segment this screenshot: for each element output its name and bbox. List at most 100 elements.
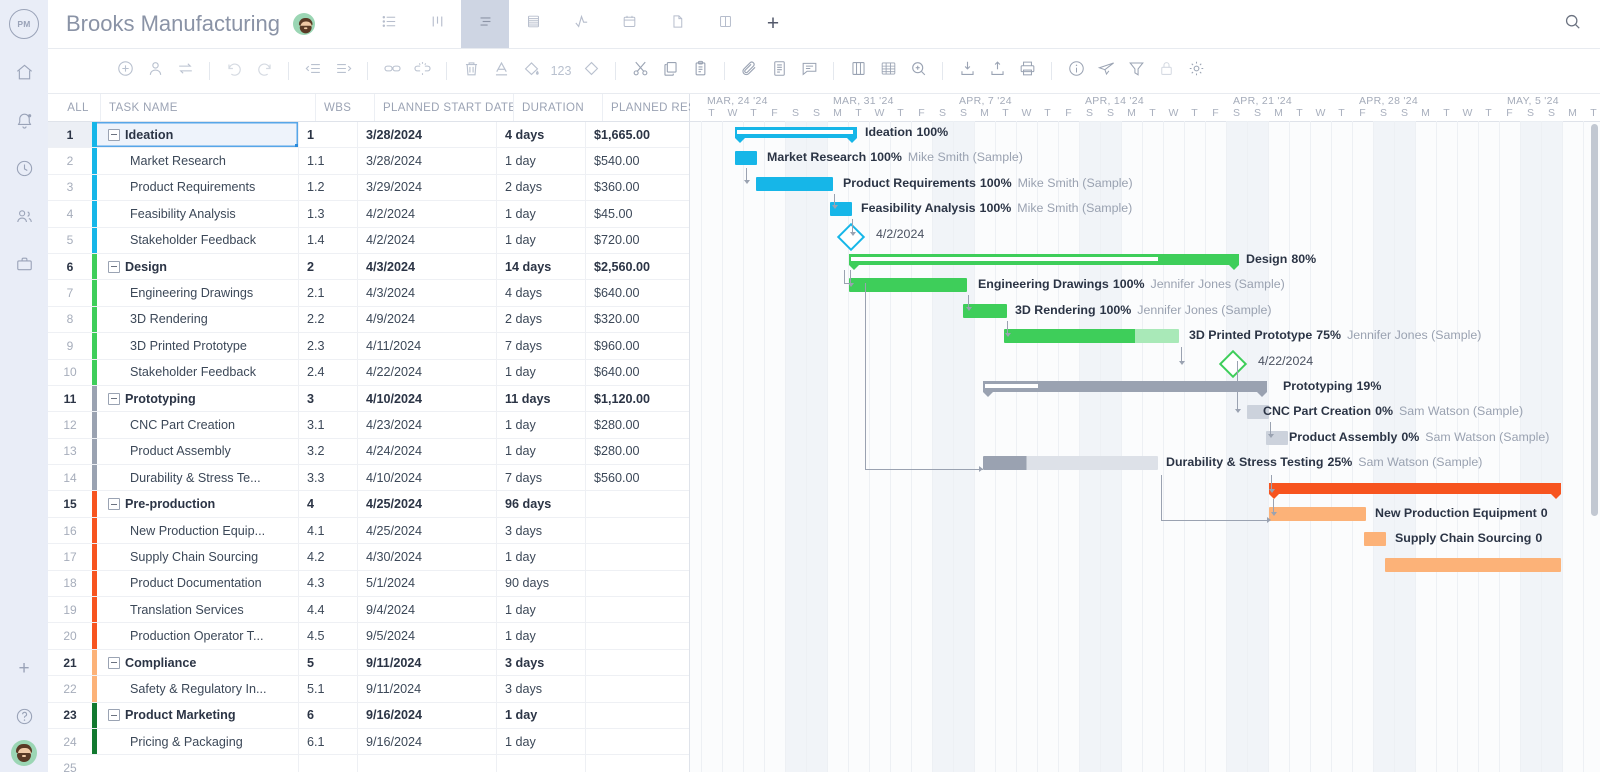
column-header-all[interactable]: ALL — [48, 94, 101, 121]
cell-start-date[interactable]: 3/29/2024 — [358, 175, 497, 200]
zoom-button[interactable] — [903, 56, 933, 86]
cell-task-name[interactable]: CNC Part Creation — [92, 412, 299, 437]
tab-overview-view[interactable] — [701, 0, 749, 48]
columns-button[interactable] — [843, 56, 873, 86]
convert-task-button[interactable] — [170, 56, 200, 86]
tab-gantt-view[interactable] — [461, 0, 509, 48]
cell-duration[interactable]: 7 days — [497, 333, 586, 358]
column-header-start[interactable]: PLANNED START DATE — [375, 94, 514, 121]
cell-wbs[interactable]: 4.2 — [299, 544, 358, 569]
cell-duration[interactable]: 1 day — [497, 703, 586, 728]
settings-button[interactable] — [1181, 56, 1211, 86]
cell-planned-resource[interactable]: $280.00 — [586, 439, 689, 464]
table-row[interactable]: 7Engineering Drawings2.14/3/20244 days$6… — [48, 280, 689, 306]
delete-button[interactable] — [456, 56, 486, 86]
column-header-duration[interactable]: DURATION — [514, 94, 603, 121]
table-row[interactable]: 5Stakeholder Feedback1.44/2/20241 day$72… — [48, 228, 689, 254]
tab-list-view[interactable] — [365, 0, 413, 48]
cell-task-name[interactable]: Stakeholder Feedback — [92, 228, 299, 253]
gantt-task-bar[interactable] — [983, 456, 1158, 470]
cell-duration[interactable]: 1 day — [497, 360, 586, 385]
table-row[interactable]: 13Product Assembly3.24/24/20241 day$280.… — [48, 439, 689, 465]
table-row[interactable]: 20Production Operator T...4.59/5/20241 d… — [48, 623, 689, 649]
cell-planned-resource[interactable]: $2,560.00 — [586, 254, 689, 279]
cell-duration[interactable]: 2 days — [497, 175, 586, 200]
cell-start-date[interactable]: 4/24/2024 — [358, 439, 497, 464]
nav-home[interactable] — [0, 48, 48, 96]
table-row[interactable]: 10Stakeholder Feedback2.44/22/20241 day$… — [48, 360, 689, 386]
table-row[interactable]: 22Safety & Regulatory In...5.19/11/20243… — [48, 676, 689, 702]
cell-duration[interactable]: 14 days — [497, 254, 586, 279]
import-button[interactable] — [952, 56, 982, 86]
cell-start-date[interactable]: 4/2/2024 — [358, 228, 497, 253]
cell-task-name[interactable]: Safety & Regulatory In... — [92, 676, 299, 701]
cell-planned-resource[interactable]: $360.00 — [586, 175, 689, 200]
collapse-toggle-icon[interactable] — [108, 657, 120, 669]
search-button[interactable] — [1544, 0, 1600, 48]
filter-button[interactable] — [1121, 56, 1151, 86]
gantt-canvas[interactable]: Ideation100%Market Research100%Mike Smit… — [690, 121, 1600, 772]
redo-button[interactable] — [249, 56, 279, 86]
cell-planned-resource[interactable] — [586, 623, 689, 648]
gantt-summary-bar[interactable] — [1269, 483, 1561, 494]
text-format-button[interactable] — [486, 56, 516, 86]
tab-pages-view[interactable] — [653, 0, 701, 48]
cell-duration[interactable]: 7 days — [497, 465, 586, 490]
cell-task-name[interactable] — [92, 755, 299, 772]
collapse-toggle-icon[interactable] — [108, 261, 120, 273]
add-view-button[interactable]: + — [749, 0, 797, 48]
gantt-task-bar[interactable] — [756, 177, 833, 191]
cell-duration[interactable]: 1 day — [497, 201, 586, 226]
cell-duration[interactable]: 1 day — [497, 544, 586, 569]
collapse-toggle-icon[interactable] — [108, 709, 120, 721]
cell-wbs[interactable]: 1.2 — [299, 175, 358, 200]
cell-wbs[interactable]: 1.1 — [299, 148, 358, 173]
table-row[interactable]: 25 — [48, 755, 689, 772]
gantt-task-bar[interactable] — [849, 278, 967, 292]
cell-planned-resource[interactable] — [586, 650, 689, 675]
cell-start-date[interactable]: 4/10/2024 — [358, 465, 497, 490]
cell-planned-resource[interactable] — [586, 729, 689, 754]
table-row[interactable]: 93D Printed Prototype2.34/11/20247 days$… — [48, 333, 689, 359]
attachment-button[interactable] — [734, 56, 764, 86]
assign-resource-button[interactable] — [140, 56, 170, 86]
cell-task-name[interactable]: Market Research — [92, 148, 299, 173]
cell-planned-resource[interactable] — [586, 703, 689, 728]
user-avatar[interactable] — [11, 740, 37, 766]
cell-duration[interactable]: 1 day — [497, 228, 586, 253]
cell-duration[interactable]: 96 days — [497, 491, 586, 516]
cell-planned-resource[interactable] — [586, 491, 689, 516]
collapse-toggle-icon[interactable] — [108, 129, 120, 141]
cell-start-date[interactable]: 9/16/2024 — [358, 729, 497, 754]
cell-planned-resource[interactable]: $1,665.00 — [586, 122, 689, 147]
cell-task-name[interactable]: Pre-production — [92, 491, 299, 516]
cell-task-name[interactable]: 3D Printed Prototype — [92, 333, 299, 358]
cell-wbs[interactable]: 3.2 — [299, 439, 358, 464]
cell-wbs[interactable]: 2.2 — [299, 307, 358, 332]
table-row[interactable]: 17Supply Chain Sourcing4.24/30/20241 day — [48, 544, 689, 570]
cell-start-date[interactable]: 9/4/2024 — [358, 597, 497, 622]
cell-wbs[interactable]: 1.3 — [299, 201, 358, 226]
cell-start-date[interactable]: 9/16/2024 — [358, 703, 497, 728]
milestone-button[interactable] — [576, 56, 606, 86]
cell-duration[interactable]: 4 days — [497, 122, 586, 147]
gantt-task-bar[interactable] — [1364, 532, 1386, 546]
cell-duration[interactable]: 3 days — [497, 650, 586, 675]
cell-planned-resource[interactable] — [586, 597, 689, 622]
collapse-toggle-icon[interactable] — [108, 393, 120, 405]
cell-planned-resource[interactable]: $720.00 — [586, 228, 689, 253]
table-row[interactable]: 2Market Research1.13/28/20241 day$540.00 — [48, 148, 689, 174]
table-row[interactable]: 11Prototyping34/10/202411 days$1,120.00 — [48, 386, 689, 412]
column-header-wbs[interactable]: WBS — [316, 94, 375, 121]
tab-sheet-view[interactable] — [509, 0, 557, 48]
cell-planned-resource[interactable]: $320.00 — [586, 307, 689, 332]
cell-planned-resource[interactable]: $960.00 — [586, 333, 689, 358]
cell-start-date[interactable]: 4/25/2024 — [358, 491, 497, 516]
tab-board-view[interactable] — [413, 0, 461, 48]
cell-wbs[interactable]: 5.1 — [299, 676, 358, 701]
cell-wbs[interactable]: 6.1 — [299, 729, 358, 754]
cell-task-name[interactable]: Pricing & Packaging — [92, 729, 299, 754]
table-row[interactable]: 3Product Requirements1.23/29/20242 days$… — [48, 175, 689, 201]
gantt-vertical-scrollbar[interactable] — [1591, 124, 1598, 516]
cell-wbs[interactable]: 3.1 — [299, 412, 358, 437]
